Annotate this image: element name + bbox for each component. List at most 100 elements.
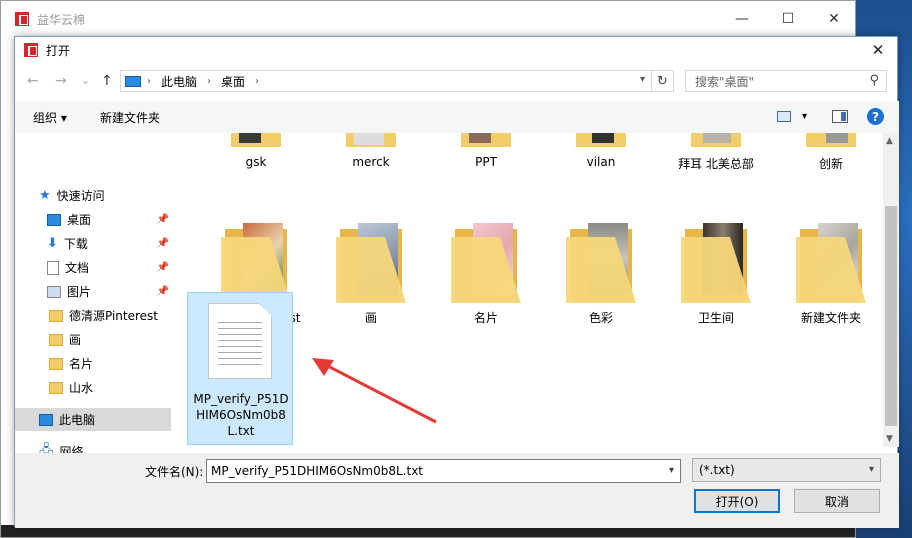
filename-value: MP_verify_P51DHIM6OsNm0b8L.txt bbox=[211, 464, 424, 478]
recent-locations-icon[interactable]: ⌄ bbox=[81, 74, 90, 87]
folder-icon bbox=[49, 381, 63, 394]
folder-mingpian[interactable]: 名片 bbox=[432, 223, 540, 326]
sidebar-item-deqingyuan[interactable]: 德清源Pinterest bbox=[49, 304, 173, 327]
scrollbar-thumb[interactable] bbox=[885, 206, 897, 426]
minimize-button[interactable]: — bbox=[719, 1, 765, 37]
folder-bayer[interactable]: 拜耳 北美总部 bbox=[662, 133, 770, 172]
folder-icon bbox=[336, 223, 406, 303]
help-icon[interactable]: ? bbox=[867, 108, 884, 125]
open-button[interactable]: 打开(O) bbox=[694, 489, 780, 513]
pin-icon: 📌 bbox=[156, 238, 169, 249]
pin-icon: 📌 bbox=[156, 286, 169, 297]
scroll-down-icon[interactable]: ▼ bbox=[886, 434, 893, 444]
annotation-arrow-icon bbox=[312, 358, 437, 424]
view-options-icon[interactable] bbox=[777, 111, 791, 122]
navigation-bar: ← → ⌄ ↑ › 此电脑 › 桌面 › ▾ ↻ 搜索"桌面" ⚲ bbox=[15, 67, 899, 97]
sidebar-item-desktop[interactable]: 桌面 📌 bbox=[47, 208, 173, 231]
forward-icon[interactable]: → bbox=[55, 73, 67, 89]
breadcrumb-separator-icon[interactable]: › bbox=[147, 76, 151, 87]
sidebar-item-mingpian[interactable]: 名片 bbox=[49, 352, 173, 375]
refresh-icon[interactable]: ↻ bbox=[651, 71, 673, 91]
breadcrumb-separator-icon[interactable]: › bbox=[207, 76, 211, 87]
address-dropdown-icon[interactable]: ▾ bbox=[640, 74, 645, 85]
breadcrumb-this-pc[interactable]: 此电脑 bbox=[161, 73, 197, 90]
document-icon bbox=[47, 260, 59, 275]
folder-icon bbox=[221, 133, 291, 151]
address-bar[interactable]: › 此电脑 › 桌面 › ▾ ↻ bbox=[120, 70, 674, 92]
cancel-button[interactable]: 取消 bbox=[794, 489, 880, 513]
search-placeholder: 搜索"桌面" bbox=[695, 74, 755, 89]
navigation-pane: ★ 快速访问 桌面 📌 ⬇ 下载 📌 文档 📌 图片 📌 德清源Pinterest 画 名片… bbox=[15, 133, 175, 459]
search-input[interactable]: 搜索"桌面" ⚲ bbox=[685, 70, 887, 92]
open-file-dialog: 打开 ✕ ← → ⌄ ↑ › 此电脑 › 桌面 › ▾ ↻ 搜索"桌面" ⚲ 组… bbox=[14, 36, 899, 528]
background-close-button[interactable]: ✕ bbox=[811, 1, 857, 37]
folder-secai[interactable]: 色彩 bbox=[547, 223, 655, 326]
sidebar-item-hua[interactable]: 画 bbox=[49, 328, 173, 351]
organize-button[interactable]: 组织 ▾ bbox=[33, 109, 67, 126]
folder-chuangxin[interactable]: 创新 bbox=[777, 133, 884, 172]
folder-icon bbox=[49, 357, 63, 370]
folder-icon bbox=[566, 223, 636, 303]
breadcrumb-desktop[interactable]: 桌面 bbox=[221, 73, 245, 90]
sidebar-item-this-pc[interactable]: 此电脑 bbox=[15, 408, 171, 431]
folder-gsk[interactable]: gsk bbox=[202, 133, 310, 169]
folder-icon bbox=[681, 133, 751, 151]
folder-weishengjian[interactable]: 卫生间 bbox=[662, 223, 770, 326]
background-window-title: 益华云棉 bbox=[37, 12, 86, 27]
text-file-icon bbox=[208, 303, 272, 379]
sidebar-item-shanshui[interactable]: 山水 bbox=[49, 376, 173, 399]
sidebar-item-pictures[interactable]: 图片 📌 bbox=[47, 280, 173, 303]
folder-new[interactable]: 新建文件夹 bbox=[777, 223, 884, 326]
file-type-dropdown-icon[interactable]: ▾ bbox=[869, 464, 874, 475]
folder-icon bbox=[796, 223, 866, 303]
download-icon: ⬇ bbox=[47, 236, 58, 251]
dialog-app-icon bbox=[24, 43, 38, 57]
dialog-title: 打开 bbox=[46, 43, 71, 58]
filename-input[interactable]: MP_verify_P51DHIM6OsNm0b8L.txt ▾ bbox=[206, 459, 681, 483]
computer-icon bbox=[125, 75, 141, 87]
desktop-icon bbox=[47, 213, 61, 226]
folder-icon bbox=[566, 133, 636, 151]
sidebar-item-downloads[interactable]: ⬇ 下载 📌 bbox=[47, 232, 173, 255]
back-icon[interactable]: ← bbox=[27, 73, 39, 89]
file-type-select[interactable]: (*.txt) ▾ bbox=[692, 458, 881, 482]
folder-icon bbox=[796, 133, 866, 151]
sidebar-item-documents[interactable]: 文档 📌 bbox=[47, 256, 173, 279]
sidebar-item-quick-access[interactable]: ★ 快速访问 bbox=[39, 184, 197, 207]
filename-label: 文件名(N): bbox=[145, 465, 204, 479]
dialog-title-bar: 打开 ✕ bbox=[15, 37, 897, 63]
folder-icon bbox=[336, 133, 406, 151]
file-type-value: (*.txt) bbox=[699, 463, 735, 477]
folder-icon bbox=[49, 309, 63, 322]
preview-pane-icon[interactable] bbox=[832, 110, 848, 123]
selected-file-txt[interactable]: MP_verify_P51DHIM6OsNm0b8L.txt bbox=[187, 292, 293, 445]
computer-icon bbox=[39, 413, 53, 426]
maximize-button[interactable]: ☐ bbox=[765, 1, 811, 37]
file-list-scrollbar[interactable]: ▲ ▼ bbox=[883, 133, 899, 447]
star-icon: ★ bbox=[39, 188, 51, 203]
up-folder-icon[interactable]: ↑ bbox=[101, 73, 113, 89]
folder-hua[interactable]: 画 bbox=[317, 223, 425, 326]
folder-vilan[interactable]: vilan bbox=[547, 133, 655, 169]
folder-ppt[interactable]: PPT bbox=[432, 133, 540, 169]
command-toolbar: 组织 ▾ 新建文件夹 ▾ ? bbox=[15, 101, 899, 133]
pin-icon: 📌 bbox=[156, 262, 169, 273]
folder-merck[interactable]: merck bbox=[317, 133, 425, 169]
folder-icon bbox=[451, 223, 521, 303]
dialog-footer: 文件名(N): MP_verify_P51DHIM6OsNm0b8L.txt ▾… bbox=[15, 453, 899, 528]
pin-icon: 📌 bbox=[156, 214, 169, 225]
scroll-up-icon[interactable]: ▲ bbox=[886, 136, 893, 146]
view-dropdown-icon[interactable]: ▾ bbox=[802, 111, 807, 122]
app-logo-icon bbox=[15, 12, 29, 26]
dialog-close-button[interactable]: ✕ bbox=[863, 37, 893, 63]
selected-file-name: MP_verify_P51DHIM6OsNm0b8L.txt bbox=[193, 392, 289, 438]
folder-icon bbox=[49, 333, 63, 346]
pictures-icon bbox=[47, 285, 61, 298]
filename-dropdown-icon[interactable]: ▾ bbox=[669, 465, 674, 476]
folder-icon bbox=[221, 223, 291, 303]
folder-icon bbox=[681, 223, 751, 303]
breadcrumb-separator-icon[interactable]: › bbox=[255, 76, 259, 87]
new-folder-button[interactable]: 新建文件夹 bbox=[100, 109, 160, 126]
folder-icon bbox=[451, 133, 521, 151]
search-icon[interactable]: ⚲ bbox=[869, 73, 879, 88]
